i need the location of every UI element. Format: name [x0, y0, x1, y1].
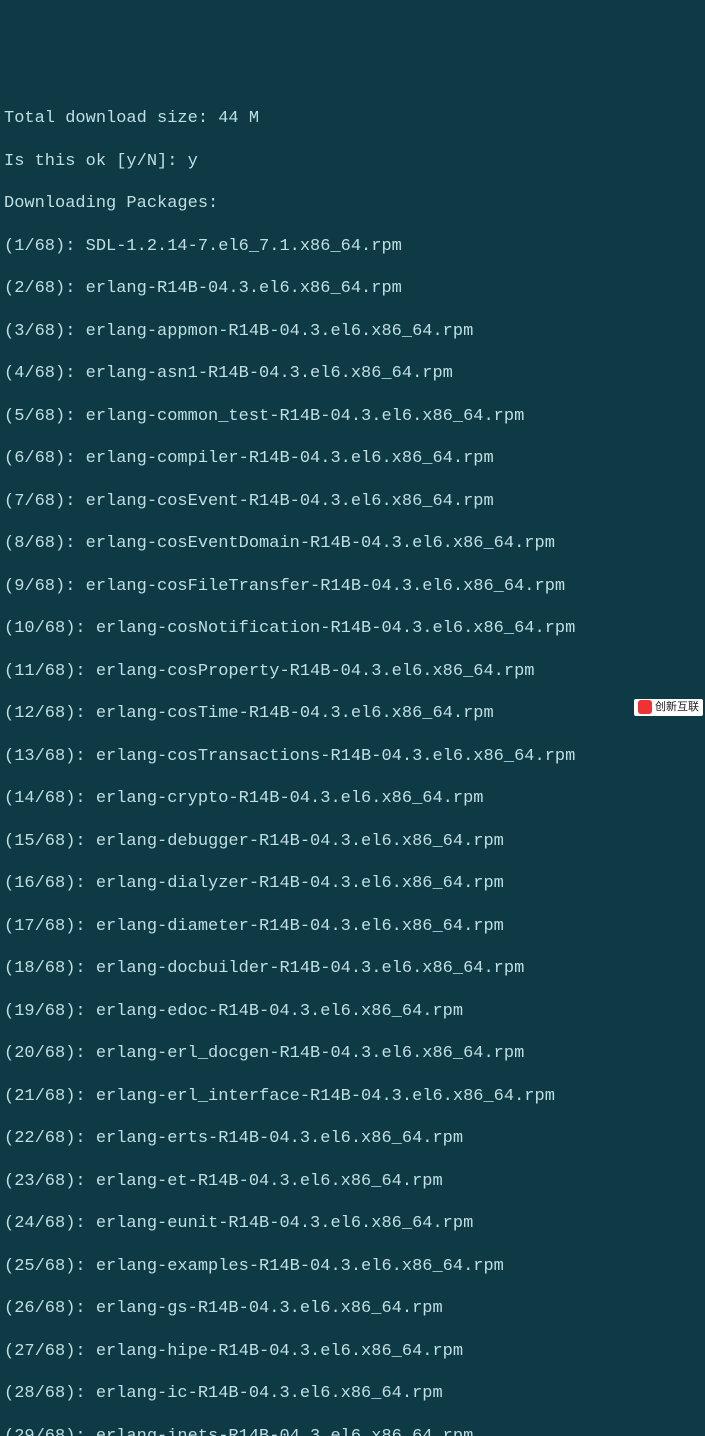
package-line: (7/68): erlang-cosEvent-R14B-04.3.el6.x8…: [4, 491, 701, 512]
package-line: (26/68): erlang-gs-R14B-04.3.el6.x86_64.…: [4, 1298, 701, 1319]
package-line: (1/68): SDL-1.2.14-7.el6_7.1.x86_64.rpm: [4, 236, 701, 257]
package-line: (2/68): erlang-R14B-04.3.el6.x86_64.rpm: [4, 278, 701, 299]
package-line: (9/68): erlang-cosFileTransfer-R14B-04.3…: [4, 576, 701, 597]
package-line: (11/68): erlang-cosProperty-R14B-04.3.el…: [4, 661, 701, 682]
package-line: (25/68): erlang-examples-R14B-04.3.el6.x…: [4, 1256, 701, 1277]
package-line: (24/68): erlang-eunit-R14B-04.3.el6.x86_…: [4, 1213, 701, 1234]
downloading-header-line: Downloading Packages:: [4, 193, 701, 214]
package-line: (18/68): erlang-docbuilder-R14B-04.3.el6…: [4, 958, 701, 979]
watermark: 创新互联: [634, 699, 703, 716]
package-line: (3/68): erlang-appmon-R14B-04.3.el6.x86_…: [4, 321, 701, 342]
package-line: (21/68): erlang-erl_interface-R14B-04.3.…: [4, 1086, 701, 1107]
terminal-output: Total download size: 44 M Is this ok [y/…: [4, 87, 701, 1436]
package-line: (17/68): erlang-diameter-R14B-04.3.el6.x…: [4, 916, 701, 937]
package-line: (15/68): erlang-debugger-R14B-04.3.el6.x…: [4, 831, 701, 852]
package-line: (16/68): erlang-dialyzer-R14B-04.3.el6.x…: [4, 873, 701, 894]
package-line: (23/68): erlang-et-R14B-04.3.el6.x86_64.…: [4, 1171, 701, 1192]
watermark-text: 创新互联: [655, 701, 699, 713]
watermark-logo-icon: [638, 700, 652, 714]
package-line: (8/68): erlang-cosEventDomain-R14B-04.3.…: [4, 533, 701, 554]
package-line: (13/68): erlang-cosTransactions-R14B-04.…: [4, 746, 701, 767]
confirm-prompt-line: Is this ok [y/N]: y: [4, 151, 701, 172]
download-size-line: Total download size: 44 M: [4, 108, 701, 129]
package-line: (4/68): erlang-asn1-R14B-04.3.el6.x86_64…: [4, 363, 701, 384]
package-line: (14/68): erlang-crypto-R14B-04.3.el6.x86…: [4, 788, 701, 809]
package-line: (22/68): erlang-erts-R14B-04.3.el6.x86_6…: [4, 1128, 701, 1149]
package-line: (27/68): erlang-hipe-R14B-04.3.el6.x86_6…: [4, 1341, 701, 1362]
package-line: (12/68): erlang-cosTime-R14B-04.3.el6.x8…: [4, 703, 701, 724]
package-line: (29/68): erlang-inets-R14B-04.3.el6.x86_…: [4, 1426, 701, 1436]
package-line: (6/68): erlang-compiler-R14B-04.3.el6.x8…: [4, 448, 701, 469]
package-line: (20/68): erlang-erl_docgen-R14B-04.3.el6…: [4, 1043, 701, 1064]
package-line: (10/68): erlang-cosNotification-R14B-04.…: [4, 618, 701, 639]
package-line: (19/68): erlang-edoc-R14B-04.3.el6.x86_6…: [4, 1001, 701, 1022]
package-line: (5/68): erlang-common_test-R14B-04.3.el6…: [4, 406, 701, 427]
package-line: (28/68): erlang-ic-R14B-04.3.el6.x86_64.…: [4, 1383, 701, 1404]
